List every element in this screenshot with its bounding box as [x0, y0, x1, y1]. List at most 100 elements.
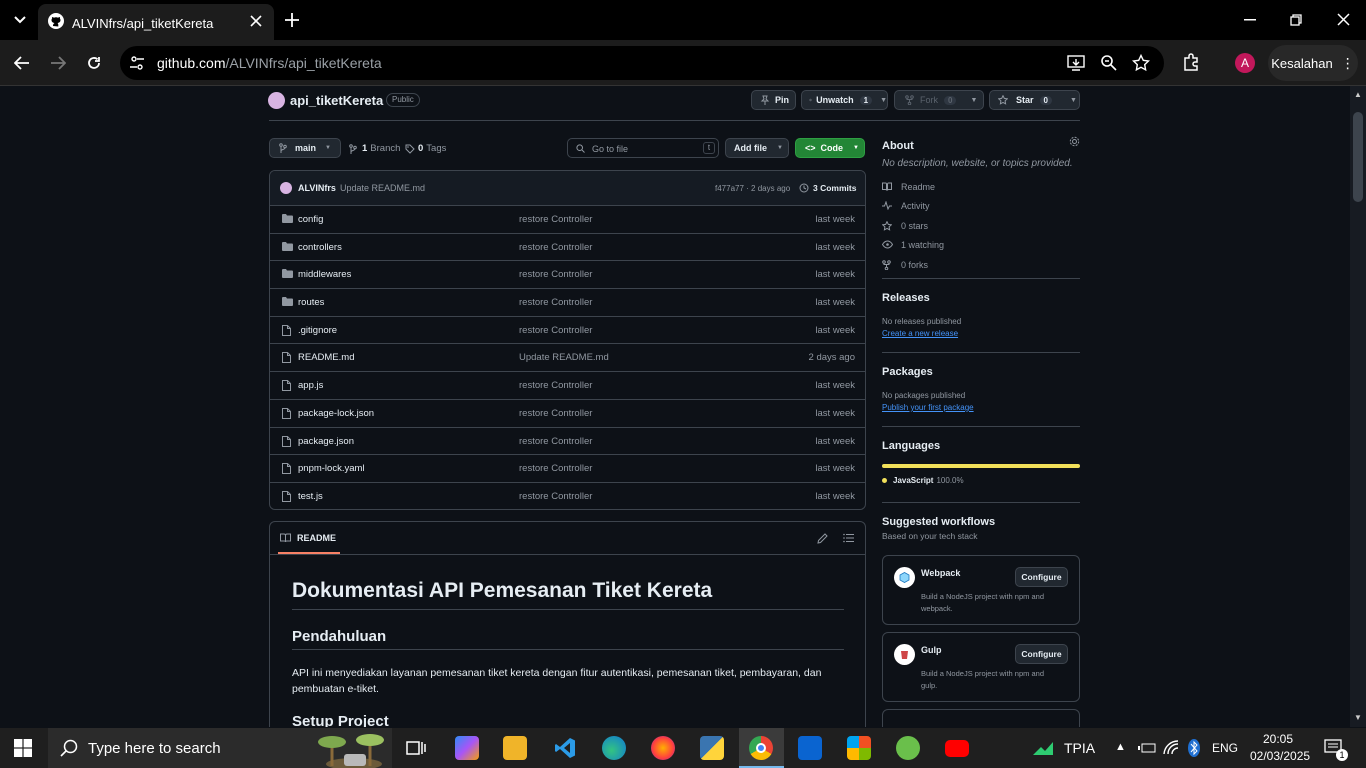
file-row[interactable]: package.json restore Controller last week [270, 428, 865, 456]
unwatch-button[interactable]: Unwatch 1 ▼ [801, 90, 888, 110]
file-row[interactable]: README.md Update README.md 2 days ago [270, 344, 865, 373]
releases-title[interactable]: Releases [882, 292, 1080, 304]
address-bar[interactable]: github.com/ALVINfrs/api_tiketKereta [120, 46, 1164, 80]
file-name[interactable]: controllers [298, 242, 342, 253]
file-commit-message[interactable]: restore Controller [519, 325, 592, 336]
task-view-icon[interactable] [406, 738, 426, 758]
readme-link[interactable]: Readme [882, 181, 1080, 200]
green-app-icon[interactable] [896, 736, 920, 760]
reload-icon[interactable] [82, 51, 106, 75]
file-name[interactable]: middlewares [298, 269, 351, 280]
file-row[interactable]: middlewares restore Controller last week [270, 261, 865, 290]
file-explorer-icon[interactable] [503, 736, 527, 760]
code-button[interactable]: <> Code ▼ [795, 138, 865, 158]
file-commit-message[interactable]: restore Controller [519, 380, 592, 391]
taskbar-search[interactable]: Type here to search [48, 728, 392, 768]
stars-link[interactable]: 0 stars [882, 220, 1080, 239]
stock-chart-icon[interactable] [1032, 740, 1058, 756]
file-commit-message[interactable]: restore Controller [519, 491, 592, 502]
outlook-icon[interactable] [798, 736, 822, 760]
outline-list-icon[interactable] [843, 533, 854, 543]
tray-chevron-up-icon[interactable]: ▲ [1115, 741, 1126, 753]
file-name[interactable]: test.js [298, 491, 323, 502]
chrome-taskbar-item[interactable] [739, 728, 784, 768]
page-scrollbar[interactable]: ▲ ▼ [1350, 86, 1366, 727]
edit-pencil-icon[interactable] [817, 533, 828, 544]
file-name[interactable]: package.json [298, 436, 354, 447]
repo-name[interactable]: api_tiketKereta [290, 93, 383, 108]
readme-tab[interactable]: README [280, 533, 336, 543]
language-javascript[interactable]: JavaScript 100.0% [882, 476, 1080, 485]
commit-message[interactable]: Update README.md [340, 183, 425, 193]
file-row[interactable]: controllers restore Controller last week [270, 234, 865, 262]
add-file-button[interactable]: Add file ▼ [725, 138, 789, 158]
file-name[interactable]: .gitignore [298, 325, 337, 336]
file-row[interactable]: .gitignore restore Controller last week [270, 317, 865, 345]
file-row[interactable]: routes restore Controller last week [270, 289, 865, 317]
file-row[interactable]: pnpm-lock.yaml restore Controller last wee… [270, 455, 865, 483]
author-avatar[interactable] [280, 182, 292, 194]
error-button[interactable]: Kesalahan ⋮ [1268, 45, 1358, 81]
python-icon[interactable] [700, 736, 724, 760]
configure-button[interactable]: Configure [1015, 643, 1068, 664]
commit-author[interactable]: ALVINfrs [298, 183, 336, 193]
watching-link[interactable]: 1 watching [882, 239, 1080, 258]
browser-tab[interactable]: ALVINfrs/api_tiketKereta [38, 4, 274, 40]
battery-icon[interactable] [1138, 741, 1156, 755]
pin-button[interactable]: Pin [751, 90, 796, 110]
owner-avatar[interactable] [268, 92, 285, 109]
clock-date[interactable]: 02/03/2025 [1250, 749, 1310, 763]
file-row[interactable]: app.js restore Controller last week [270, 372, 865, 400]
minimize-icon[interactable] [1244, 19, 1256, 21]
file-commit-message[interactable]: Update README.md [519, 352, 609, 363]
firefox-icon[interactable] [651, 736, 675, 760]
scroll-up-arrow-icon[interactable]: ▲ [1354, 90, 1362, 99]
copilot-icon[interactable] [455, 736, 479, 760]
store-icon[interactable] [847, 736, 871, 760]
go-to-file-input[interactable]: Go to file t [567, 138, 719, 158]
branches-link[interactable]: 1 Branch [349, 143, 400, 154]
scrollbar-thumb[interactable] [1353, 112, 1363, 202]
close-window-icon[interactable] [1337, 13, 1350, 26]
file-name[interactable]: config [298, 214, 323, 225]
file-name[interactable]: pnpm-lock.yaml [298, 463, 365, 474]
install-app-icon[interactable] [1067, 54, 1085, 72]
wifi-icon[interactable] [1163, 740, 1181, 756]
bluetooth-icon[interactable] [1188, 739, 1200, 757]
publish-package-link[interactable]: Publish your first package [882, 403, 1080, 412]
scroll-down-arrow-icon[interactable]: ▼ [1354, 713, 1362, 722]
file-name[interactable]: README.md [298, 352, 354, 363]
restore-icon[interactable] [1290, 14, 1302, 26]
edge-icon[interactable] [602, 736, 626, 760]
clock-time[interactable]: 20:05 [1263, 732, 1293, 746]
close-tab-icon[interactable] [250, 15, 262, 27]
file-commit-message[interactable]: restore Controller [519, 214, 592, 225]
vscode-icon[interactable] [553, 736, 577, 760]
file-row[interactable]: test.js restore Controller last week [270, 483, 865, 509]
tab-search-chevron-icon[interactable] [8, 8, 32, 32]
profile-avatar[interactable]: A [1235, 53, 1255, 73]
file-name[interactable]: package-lock.json [298, 408, 374, 419]
forward-icon[interactable] [46, 51, 70, 75]
activity-link[interactable]: Activity [882, 200, 1080, 219]
commit-hash-time[interactable]: f477a77 · 2 days ago [715, 184, 790, 193]
tray-app-label[interactable]: TPIA [1064, 740, 1095, 756]
commits-link[interactable]: 3 Commits [799, 183, 856, 193]
file-commit-message[interactable]: restore Controller [519, 408, 592, 419]
file-row[interactable]: package-lock.json restore Controller last … [270, 400, 865, 428]
file-commit-message[interactable]: restore Controller [519, 297, 592, 308]
extensions-icon[interactable] [1182, 53, 1200, 71]
file-commit-message[interactable]: restore Controller [519, 463, 592, 474]
tags-link[interactable]: 0 Tags [405, 143, 446, 154]
file-name[interactable]: routes [298, 297, 324, 308]
back-icon[interactable] [10, 51, 34, 75]
file-commit-message[interactable]: restore Controller [519, 242, 592, 253]
zoom-icon[interactable] [1100, 54, 1118, 72]
star-button[interactable]: Star 0 ▼ [989, 90, 1080, 110]
file-row[interactable]: config restore Controller last week [270, 206, 865, 234]
youtube-icon[interactable] [945, 740, 969, 757]
configure-button[interactable]: Configure [1015, 566, 1068, 587]
create-release-link[interactable]: Create a new release [882, 329, 1080, 338]
packages-title[interactable]: Packages [882, 366, 1080, 378]
windows-start-icon[interactable] [14, 739, 32, 757]
